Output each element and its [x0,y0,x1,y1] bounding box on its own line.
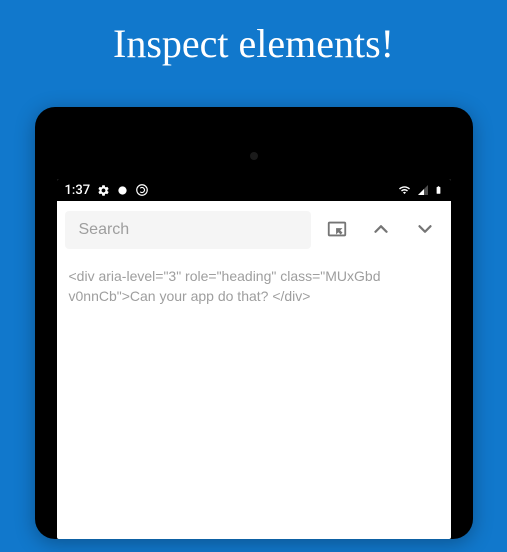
status-time: 1:37 [65,183,91,198]
select-element-icon [326,218,348,243]
tablet-frame: 1:37 [35,107,473,539]
battery-icon [434,183,443,197]
select-element-button[interactable] [319,212,355,248]
app-toolbar [57,201,451,259]
search-input[interactable] [65,211,311,249]
tablet-camera [250,152,258,160]
android-status-bar: 1:37 [57,179,451,201]
chevron-down-icon [414,218,436,243]
nav-down-button[interactable] [407,212,443,248]
status-bar-right [397,183,443,197]
gear-icon [97,184,110,197]
cellular-signal-icon [416,184,430,196]
notification-dot-icon [117,185,128,196]
wifi-icon [397,184,412,196]
chevron-up-icon [370,218,392,243]
status-bar-left: 1:37 [65,183,150,198]
app-notification-icon [135,183,149,197]
page-headline: Inspect elements! [0,0,507,87]
tablet-screen: 1:37 [57,179,451,539]
inspected-html-output[interactable]: <div aria-level="3" role="heading" class… [57,259,451,314]
nav-up-button[interactable] [363,212,399,248]
